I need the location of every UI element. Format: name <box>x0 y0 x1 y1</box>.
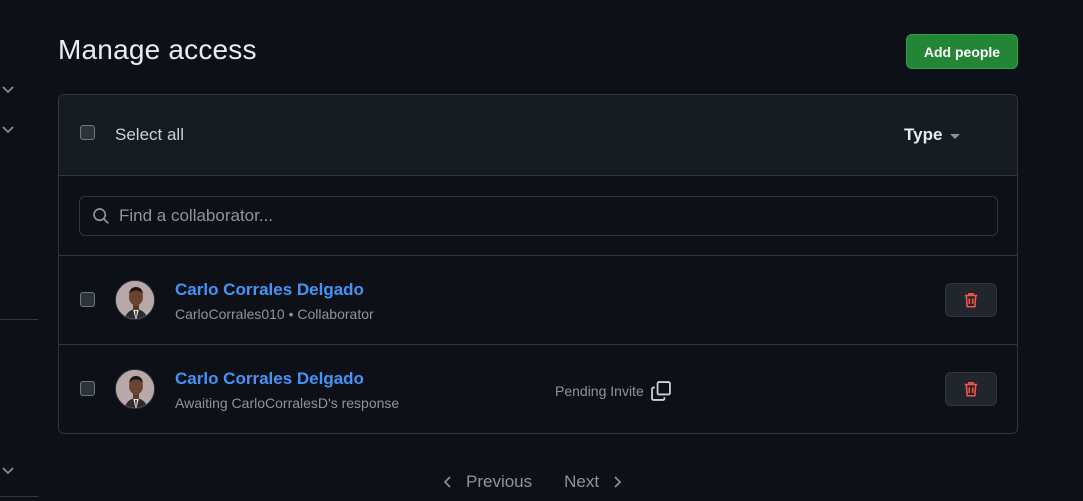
chevron-down-icon[interactable] <box>0 81 16 97</box>
row-checkbox[interactable] <box>80 381 95 396</box>
page-title: Manage access <box>58 34 257 65</box>
collaborators-header: Select all Type <box>59 95 1017 176</box>
caret-down-icon <box>950 133 961 139</box>
collaborator-subtitle: CarloCorrales010 • Collaborator <box>175 306 374 322</box>
select-all-label[interactable]: Select all <box>115 125 184 145</box>
chevron-right-icon <box>614 476 622 488</box>
type-filter-dropdown[interactable]: Type <box>904 125 961 145</box>
select-all-checkbox[interactable] <box>80 125 95 140</box>
chevron-down-icon[interactable] <box>0 121 16 137</box>
pagination: Previous Next <box>440 472 625 492</box>
add-people-button[interactable]: Add people <box>906 34 1018 69</box>
sidebar-divider <box>0 496 38 497</box>
row-checkbox[interactable] <box>80 292 95 307</box>
search-icon <box>93 208 109 224</box>
collaborators-box: Select all Type Find a collaborator... C… <box>58 94 1018 434</box>
collaborator-name-link[interactable]: Carlo Corrales Delgado <box>175 280 364 300</box>
search-box[interactable] <box>79 196 998 236</box>
remove-collaborator-button[interactable] <box>945 283 997 317</box>
avatar[interactable] <box>115 280 155 320</box>
previous-page-button[interactable]: Previous <box>440 472 532 492</box>
copy-icon[interactable] <box>650 380 672 402</box>
type-filter-label: Type <box>904 125 943 144</box>
trash-icon <box>964 293 978 308</box>
pending-invite-label: Pending Invite <box>555 383 644 399</box>
chevron-left-icon <box>443 476 451 488</box>
chevron-down-icon[interactable] <box>0 462 16 478</box>
next-page-button[interactable]: Next <box>564 472 625 492</box>
pending-invite-status: Pending Invite <box>555 380 672 402</box>
manage-access-page: Manage access Add people Select all Type <box>0 0 1083 501</box>
collaborator-row: Carlo Corrales Delgado Awaiting CarloCor… <box>59 344 1017 432</box>
avatar[interactable] <box>115 369 155 409</box>
remove-collaborator-button[interactable] <box>945 372 997 406</box>
collaborator-row: Carlo Corrales Delgado CarloCorrales010 … <box>59 256 1017 344</box>
collaborator-search-input[interactable] <box>110 197 997 235</box>
collaborator-name-link[interactable]: Carlo Corrales Delgado <box>175 369 364 389</box>
collaborator-subtitle: Awaiting CarloCorralesD's response <box>175 395 400 411</box>
previous-label: Previous <box>466 472 533 491</box>
sidebar-divider <box>0 319 38 320</box>
next-label: Next <box>564 472 600 491</box>
search-row <box>59 176 1017 256</box>
trash-icon <box>964 382 978 397</box>
